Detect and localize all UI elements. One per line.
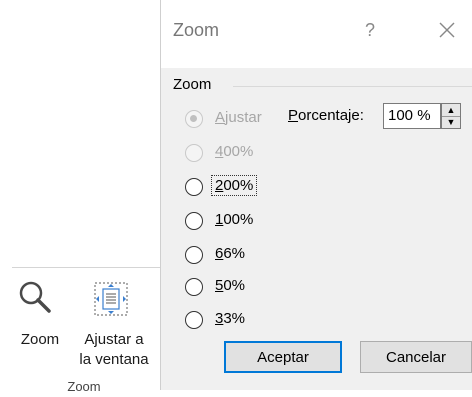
label-text: justar: [225, 109, 262, 126]
label-text: orcentaje:: [298, 107, 364, 124]
label-text: 3%: [223, 310, 246, 327]
radio-button[interactable]: [185, 246, 203, 264]
radio-button: [185, 144, 203, 162]
ribbon-group-label: Zoom: [67, 379, 101, 394]
label-text: 6%: [223, 245, 246, 262]
close-icon[interactable]: [435, 18, 459, 42]
radio-button[interactable]: [185, 311, 203, 329]
dialog-titlebar: Zoom ?: [161, 0, 472, 68]
label-text: 00%: [223, 143, 254, 160]
radio-label[interactable]: 33%: [215, 310, 245, 327]
label-text: 00%: [223, 177, 254, 194]
radio-button[interactable]: [185, 278, 203, 296]
access-key: A: [215, 109, 226, 126]
percentage-spinner[interactable]: ▲ ▼: [441, 103, 461, 129]
radio-label[interactable]: 100%: [215, 211, 253, 228]
cancel-button[interactable]: Cancelar: [360, 341, 472, 373]
label-text: 00%: [223, 211, 254, 228]
radio-label[interactable]: 66%: [215, 245, 245, 262]
radio-button[interactable]: [185, 178, 203, 196]
radio-button: [185, 110, 203, 128]
percentage-input[interactable]: 100 %: [383, 103, 441, 129]
zoom-dialog: Zoom ? Zoom Ajustar 400% 200% 100% 66% 5…: [160, 0, 472, 390]
radio-label: Ajustar: [215, 109, 262, 126]
ribbon-zoom-group: Zoom Ajustar a la ventana Zoom: [0, 0, 160, 394]
ribbon-separator: [12, 267, 160, 268]
percentage-label: Porcentaje:: [288, 107, 364, 124]
radio-label[interactable]: 200%: [210, 175, 258, 196]
group-divider: [233, 86, 472, 87]
ok-button[interactable]: Aceptar: [224, 341, 342, 373]
access-key: P: [288, 107, 299, 124]
fit-label-line1: Ajustar a: [84, 331, 144, 348]
radio-button[interactable]: [185, 212, 203, 230]
label-text: 0%: [223, 277, 246, 294]
fit-window-button-label[interactable]: Ajustar a la ventana: [74, 330, 154, 370]
fit-label-line2: la ventana: [79, 351, 149, 368]
radio-label: 400%: [215, 143, 253, 160]
help-button[interactable]: ?: [365, 20, 375, 41]
zoom-button-label[interactable]: Zoom: [12, 330, 68, 350]
radio-label[interactable]: 50%: [215, 277, 245, 294]
radio-dot: [190, 115, 197, 122]
spin-down-icon[interactable]: ▼: [442, 116, 460, 128]
dialog-title: Zoom: [173, 20, 220, 40]
zoom-group-label: Zoom: [173, 76, 212, 93]
fit-to-window-icon[interactable]: [90, 279, 132, 319]
magnifier-icon[interactable]: [18, 280, 54, 316]
